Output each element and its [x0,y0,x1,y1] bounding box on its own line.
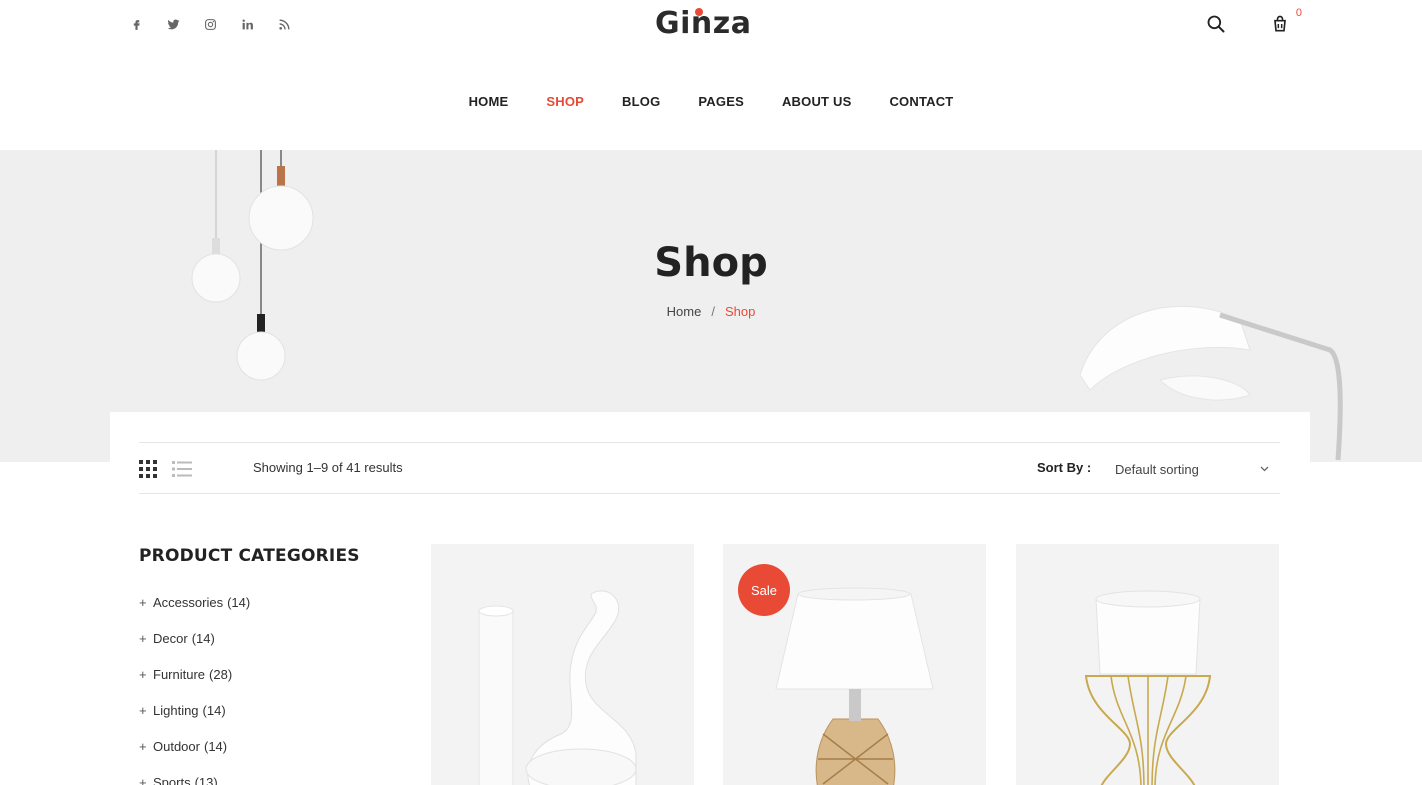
category-name: Sports [153,775,191,785]
search-icon [1207,15,1225,33]
nav-shop[interactable]: SHOP [546,94,584,109]
cart-icon [1274,15,1286,32]
category-name: Outdoor [153,739,200,754]
nav-home[interactable]: HOME [469,94,509,109]
category-count: (14) [202,703,226,718]
plus-icon: + [139,631,147,646]
shop-toolbar: Showing 1–9 of 41 results Sort By : Defa… [139,442,1280,494]
search-button[interactable] [1202,12,1230,36]
breadcrumb: Home / Shop [0,304,1422,319]
category-list: + Accessories (14) + Decor (14) + Furniture (2… [139,595,250,785]
site-header: Ginza 0 HOME SHOP BLOG PAGES ABOUT US CO… [0,0,1422,150]
list-view-icon[interactable] [172,460,192,478]
category-count: (28) [209,667,233,682]
sort-label: Sort By : [1037,460,1092,475]
nav-pages[interactable]: PAGES [698,94,744,109]
twitter-icon[interactable] [155,14,192,34]
grid-view-icon[interactable] [139,460,157,478]
results-count: Showing 1–9 of 41 results [253,460,403,475]
planter-stand-image [1084,590,1212,785]
instagram-icon[interactable] [192,14,229,34]
category-name: Furniture [153,667,206,682]
chevron-down-icon [1260,464,1269,475]
social-links [118,14,303,34]
plus-icon: + [139,703,147,718]
product-card[interactable] [1016,544,1279,785]
category-item[interactable]: + Lighting (14) [139,703,250,739]
cart-button[interactable]: 0 [1266,7,1302,36]
page-title: Shop [654,240,768,286]
product-card[interactable]: Sale [723,544,986,785]
category-item[interactable]: + Furniture (28) [139,667,250,703]
category-count: (14) [191,631,215,646]
cart-count-badge: 0 [1295,7,1302,19]
category-count: (14) [227,595,251,610]
nav-contact[interactable]: CONTACT [889,94,953,109]
category-item[interactable]: + Decor (14) [139,631,250,667]
rss-icon[interactable] [266,14,303,34]
sort-select-value: Default sorting [1115,461,1199,477]
category-item[interactable]: + Sports (13) [139,775,250,785]
nav-blog[interactable]: BLOG [622,94,660,109]
product-categories-title: PRODUCT CATEGORIES [139,546,360,566]
category-name: Accessories [153,595,224,610]
breadcrumb-home[interactable]: Home [667,304,702,319]
plus-icon: + [139,739,147,754]
category-count: (13) [194,775,218,785]
plus-icon: + [139,667,147,682]
sort-select[interactable]: Default sorting [1107,455,1277,483]
plus-icon: + [139,775,147,785]
nav-about-us[interactable]: ABOUT US [782,94,852,109]
logo-dot [695,8,703,16]
category-item[interactable]: + Accessories (14) [139,595,250,631]
category-name: Decor [153,631,188,646]
facebook-icon[interactable] [118,14,155,34]
breadcrumb-current: Shop [724,304,756,319]
site-logo[interactable]: Ginza [655,6,767,42]
snake-sculpture-image [478,590,637,785]
product-card[interactable] [431,544,694,785]
logo-text: Ginza [655,6,752,41]
category-name: Lighting [153,703,199,718]
breadcrumb-separator: / [711,304,715,319]
main-navigation: HOME SHOP BLOG PAGES ABOUT US CONTACT [0,94,1422,109]
category-item[interactable]: + Outdoor (14) [139,739,250,775]
header-actions: 0 [1202,7,1302,36]
sale-badge: Sale [738,564,790,616]
category-count: (14) [203,739,228,754]
linkedin-icon[interactable] [229,14,266,34]
plus-icon: + [139,595,147,610]
